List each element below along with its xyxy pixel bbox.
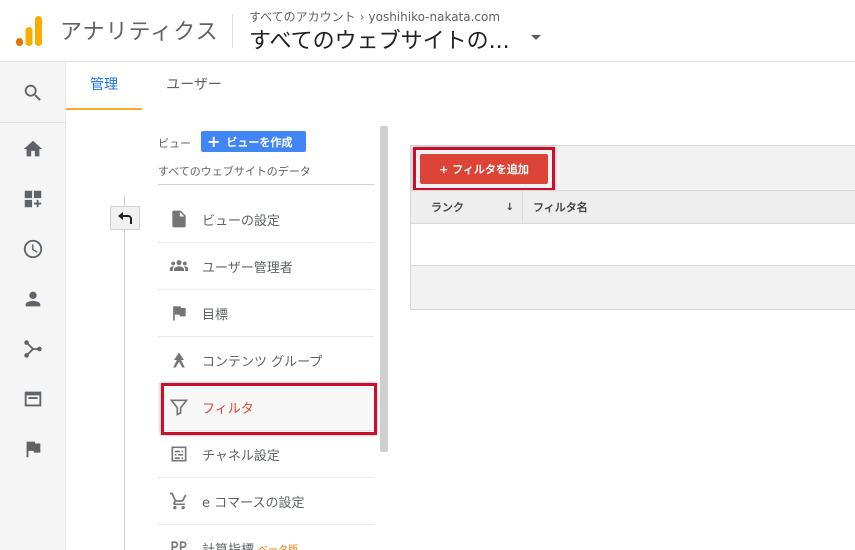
home-icon (23, 140, 43, 157)
filter-table-header: ランク ↓ フィルタ名 (411, 190, 855, 224)
tab-user[interactable]: ユーザー (152, 62, 236, 110)
breadcrumb-account[interactable]: yoshihiko-nakata.com (369, 10, 501, 24)
column-rank-label: ランク (431, 201, 464, 214)
rail-behavior[interactable] (0, 374, 66, 424)
content-group-icon (173, 352, 185, 368)
rail-divider (0, 122, 66, 123)
document-icon (172, 210, 186, 228)
breadcrumb-root[interactable]: すべてのアカウント (249, 10, 356, 24)
create-view-button[interactable]: + ビューを作成 (201, 131, 306, 152)
menu-item-filter[interactable]: フィルタ (158, 384, 374, 431)
rail-home[interactable] (0, 124, 66, 174)
acquisition-icon (24, 340, 42, 358)
menu-item-channel-settings[interactable]: チャネル設定 (158, 431, 374, 478)
left-nav-rail (0, 62, 66, 550)
rail-acquisition[interactable] (0, 324, 66, 374)
cart-icon (169, 492, 187, 510)
sort-arrow-icon: ↓ (505, 202, 514, 213)
menu-item-ecommerce-settings[interactable]: e コマースの設定 (158, 478, 374, 525)
view-selector[interactable]: すべてのウェブサイトのデータ (158, 163, 374, 185)
menu-item-label: フィルタ (202, 401, 254, 417)
clock-icon (23, 239, 43, 259)
search-icon (24, 84, 41, 101)
column-connector-line (124, 196, 125, 550)
back-arrow-icon (118, 212, 132, 224)
users-icon (169, 260, 189, 271)
flag-icon (26, 441, 41, 458)
rail-audience[interactable] (0, 274, 66, 324)
view-settings-menu: ビューの設定 ユーザー管理者 目標 コンテンツ グループ フィルタ チャネル設定… (158, 196, 374, 550)
rail-search[interactable] (0, 68, 66, 118)
back-button[interactable] (110, 206, 140, 230)
app-title: アナリティクス (60, 20, 219, 45)
person-icon (25, 291, 41, 307)
menu-item-calculated-metrics[interactable]: 計算指標 ベータ版 (158, 525, 374, 550)
menu-item-label: 目標 (202, 307, 229, 323)
channel-icon (171, 446, 187, 462)
plus-icon: + (207, 131, 221, 151)
property-selector[interactable]: すべてのウェブサイトの... (249, 23, 510, 55)
menu-item-content-group[interactable]: コンテンツ グループ (158, 337, 374, 384)
app-header: アナリティクス すべてのアカウント › yoshihiko-nakata.com す… (0, 0, 855, 62)
menu-item-user-management[interactable]: ユーザー管理者 (158, 243, 374, 290)
menu-item-view-settings[interactable]: ビューの設定 (158, 196, 374, 243)
menu-item-label: 計算指標 (202, 542, 255, 550)
menu-item-label: e コマースの設定 (202, 495, 305, 511)
filter-table-body (411, 224, 855, 266)
rail-customization[interactable] (0, 174, 66, 224)
beta-badge: ベータ版 (258, 544, 299, 550)
column-filter-name[interactable]: フィルタ名 (533, 191, 588, 224)
column-rank[interactable]: ランク ↓ (411, 191, 523, 224)
filter-icon (169, 399, 189, 416)
admin-tabs: 管理 ユーザー (66, 62, 855, 110)
menu-item-label: コンテンツ グループ (202, 354, 323, 370)
breadcrumb-separator: › (359, 10, 365, 24)
tab-admin[interactable]: 管理 (66, 62, 142, 110)
flag-icon (173, 306, 186, 321)
behavior-icon (24, 391, 42, 407)
view-menu-scrollbar[interactable] (380, 126, 388, 452)
rail-realtime[interactable] (0, 224, 66, 274)
header-divider (232, 14, 233, 48)
rail-conversions[interactable] (0, 424, 66, 474)
menu-item-label: ユーザー管理者 (202, 260, 293, 276)
create-view-label: ビューを作成 (226, 135, 293, 149)
menu-item-label: ビューの設定 (202, 213, 281, 229)
menu-item-label: チャネル設定 (202, 448, 280, 464)
analytics-logo-icon[interactable] (16, 16, 42, 46)
calc-icon (171, 541, 187, 550)
menu-item-goals[interactable]: 目標 (158, 290, 374, 337)
dashboard-icon (24, 190, 42, 208)
add-filter-button[interactable]: + フィルタを追加 (420, 154, 548, 184)
view-label: ビュー (158, 137, 191, 150)
chevron-down-icon[interactable] (531, 35, 541, 40)
